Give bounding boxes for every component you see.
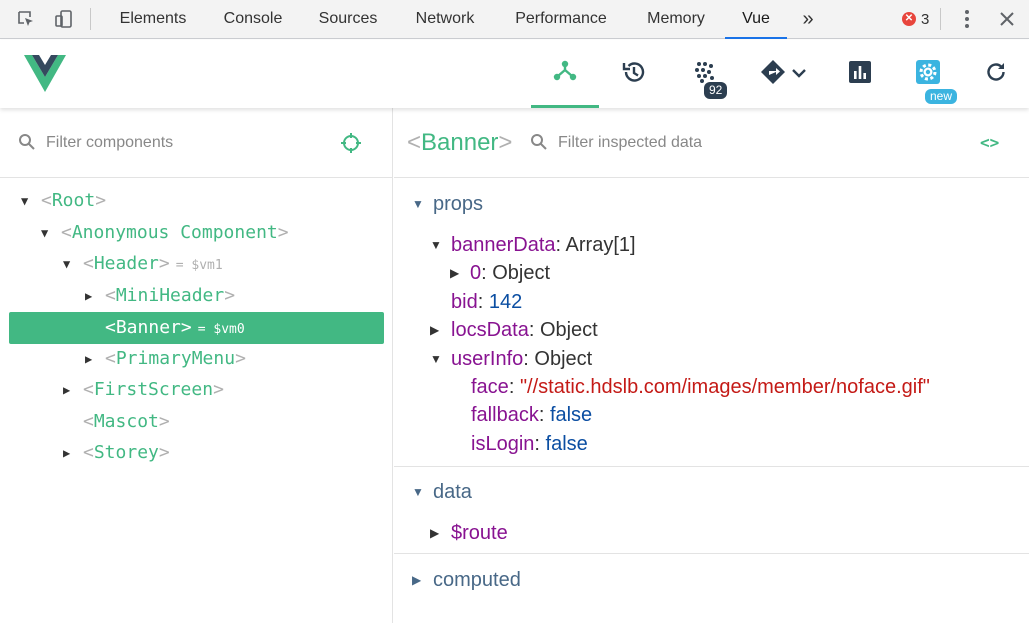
data-row-route[interactable]: ▶ $route <box>430 519 508 547</box>
routing-tab[interactable] <box>752 40 814 108</box>
vue-logo <box>24 55 66 98</box>
expanded-arrow-icon: ▼ <box>430 238 442 252</box>
more-tabs-button[interactable]: » <box>795 0 821 39</box>
history-icon <box>621 59 647 90</box>
components-pane: ▼ <Root> ▼ <Anonymous Component> ▼ <Head… <box>0 108 393 623</box>
tree-node-firstscreen[interactable]: ▶ <FirstScreen> <box>63 375 224 405</box>
tree-node-mascot[interactable]: <Mascot> <box>83 407 170 437</box>
toolbar-divider <box>90 8 91 30</box>
tab-memory[interactable]: Memory <box>636 0 716 39</box>
vuex-history-tab[interactable] <box>608 40 660 108</box>
collapsed-arrow-icon: ▶ <box>430 323 440 337</box>
inspected-component-title: <Banner> <box>407 129 513 156</box>
components-tab[interactable] <box>531 40 599 108</box>
vue-devtools-toolbar <box>0 40 1029 108</box>
expanded-arrow-icon: ▼ <box>412 197 424 211</box>
error-count-badge[interactable]: ✕ 3 <box>902 9 929 29</box>
device-toolbar-icon[interactable] <box>53 8 75 30</box>
section-divider <box>394 466 1029 467</box>
route-icon <box>760 59 788 90</box>
tree-node-storey[interactable]: ▶ <Storey> <box>63 438 170 468</box>
chevron-down-icon <box>792 65 806 83</box>
search-icon <box>18 133 36 156</box>
expanded-arrow-icon: ▼ <box>430 352 442 366</box>
vm-reference: = $vm0 <box>197 322 245 337</box>
select-component-target-icon[interactable] <box>340 132 362 159</box>
collapsed-arrow-icon[interactable]: ▶ <box>63 438 75 468</box>
prop-row-islogin[interactable]: isLogin: false <box>471 430 588 458</box>
filter-inspected-data-input[interactable] <box>558 130 938 156</box>
tab-vue[interactable]: Vue <box>725 0 787 39</box>
tree-node-root[interactable]: ▼ <Root> <box>21 186 106 216</box>
settings-new-badge: new <box>925 89 958 104</box>
prop-row-face[interactable]: face: "//static.hdslb.com/images/member/… <box>471 373 930 401</box>
refresh-icon <box>984 60 1008 89</box>
prop-row-bid[interactable]: bid: 142 <box>451 288 522 316</box>
bar-chart-icon <box>848 60 872 89</box>
close-devtools-icon[interactable] <box>996 8 1018 30</box>
collapsed-arrow-icon[interactable]: ▶ <box>85 281 97 311</box>
tab-console[interactable]: Console <box>212 0 294 39</box>
expanded-arrow-icon[interactable]: ▼ <box>21 186 33 216</box>
tree-node-primarymenu[interactable]: ▶ <PrimaryMenu> <box>85 344 246 374</box>
inspect-element-icon[interactable] <box>15 8 37 30</box>
devtools-tab-bar: Elements Console Sources Network Perform… <box>0 0 1029 39</box>
tree-node-anonymous-component[interactable]: ▼ <Anonymous Component> <box>41 218 289 248</box>
error-count: 3 <box>921 10 930 28</box>
inspector-pane: <Banner> <> ▼ props ▼ bannerData: Array[… <box>394 108 1029 623</box>
tree-node-header[interactable]: ▼ <Header> = $vm1 <box>63 249 223 279</box>
collapsed-arrow-icon[interactable]: ▶ <box>85 344 97 374</box>
tab-sources[interactable]: Sources <box>308 0 388 39</box>
search-icon <box>530 133 548 156</box>
tab-elements[interactable]: Elements <box>108 0 198 39</box>
section-divider <box>394 553 1029 554</box>
prop-row-item-0[interactable]: ▶ 0: Object <box>450 259 550 287</box>
tree-node-miniheader[interactable]: ▶ <MiniHeader> <box>85 281 235 311</box>
collapsed-arrow-icon: ▶ <box>412 573 422 587</box>
component-filter-bar <box>0 108 393 178</box>
expanded-arrow-icon[interactable]: ▼ <box>63 249 75 279</box>
prop-row-locsdata[interactable]: ▶ locsData: Object <box>430 316 598 344</box>
prop-row-userinfo[interactable]: ▼ userInfo: Object <box>430 345 592 373</box>
tab-network[interactable]: Network <box>403 0 487 39</box>
kebab-menu-icon[interactable] <box>956 8 978 30</box>
filter-components-input[interactable] <box>46 130 326 156</box>
tab-performance[interactable]: Performance <box>502 0 620 39</box>
tree-node-banner[interactable]: <Banner> = $vm0 <box>105 313 245 343</box>
open-source-code-icon[interactable]: <> <box>980 133 999 152</box>
vm-reference: = $vm1 <box>175 258 223 273</box>
performance-tab[interactable] <box>834 40 886 108</box>
inspector-header: <Banner> <> <box>394 108 1029 178</box>
expanded-arrow-icon[interactable]: ▼ <box>41 218 53 248</box>
refresh-button[interactable] <box>972 40 1020 108</box>
prop-row-bannerdata[interactable]: ▼ bannerData: Array[1] <box>430 231 636 259</box>
collapsed-arrow-icon[interactable]: ▶ <box>63 375 75 405</box>
expanded-arrow-icon: ▼ <box>412 485 424 499</box>
events-count-badge: 92 <box>704 82 728 99</box>
gear-icon <box>915 59 941 90</box>
toolbar-divider <box>940 8 941 30</box>
error-icon: ✕ <box>902 12 916 26</box>
component-tree-icon <box>552 57 578 88</box>
collapsed-arrow-icon: ▶ <box>450 266 460 280</box>
collapsed-arrow-icon: ▶ <box>430 526 440 540</box>
prop-row-fallback[interactable]: fallback: false <box>471 401 592 429</box>
